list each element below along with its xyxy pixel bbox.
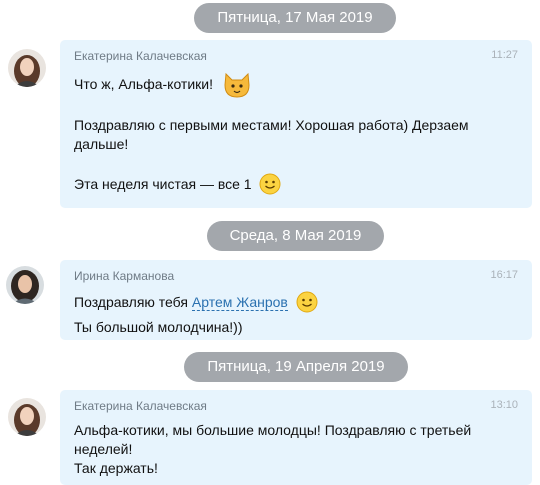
- smile-emoji-icon: [296, 291, 318, 318]
- avatar[interactable]: [8, 398, 46, 436]
- message-bubble: Екатерина Калачевская 11:27 Что ж, Альфа…: [60, 40, 532, 208]
- cat-emoji-icon: [223, 71, 251, 107]
- message-author[interactable]: Ирина Карманова: [74, 269, 518, 283]
- message-line: Что ж, Альфа-котики!: [74, 76, 214, 92]
- message-text: Поздравляю тебя Артем Жанров Ты большой …: [74, 291, 518, 337]
- message-line: Так держать!: [74, 460, 158, 476]
- date-separator: Среда, 8 Мая 2019: [207, 221, 384, 251]
- message-line: Ты большой молодчина!)): [74, 319, 243, 335]
- user-mention-link[interactable]: Артем Жанров: [191, 294, 288, 311]
- message-text: Альфа-котики, мы большие молодцы! Поздра…: [74, 421, 518, 478]
- avatar[interactable]: [6, 266, 44, 304]
- message-text: Что ж, Альфа-котики! Поздравляю с первым…: [74, 71, 518, 200]
- message-time: 13:10: [490, 399, 518, 411]
- message-bubble: Екатерина Калачевская 13:10 Альфа-котики…: [60, 390, 532, 485]
- message-line: Поздравляю с первыми местами! Хорошая ра…: [74, 117, 469, 133]
- message-author[interactable]: Екатерина Калачевская: [74, 399, 518, 413]
- message-bubble: Ирина Карманова 16:17 Поздравляю тебя Ар…: [60, 260, 532, 340]
- message-time: 11:27: [491, 49, 518, 61]
- message-line: Эта неделя чистая — все 1: [74, 176, 252, 192]
- message-author[interactable]: Екатерина Калачевская: [74, 49, 518, 63]
- message-time: 16:17: [490, 269, 518, 281]
- message-line: дальше!: [74, 136, 129, 152]
- date-separator: Пятница, 17 Мая 2019: [194, 3, 396, 33]
- message-line: Поздравляю тебя: [74, 294, 188, 310]
- date-separator: Пятница, 19 Апреля 2019: [184, 352, 408, 382]
- message-line: Альфа-котики, мы большие молодцы! Поздра…: [74, 422, 472, 438]
- smile-emoji-icon: [259, 173, 281, 200]
- avatar[interactable]: [8, 49, 46, 87]
- message-line: неделей!: [74, 441, 133, 457]
